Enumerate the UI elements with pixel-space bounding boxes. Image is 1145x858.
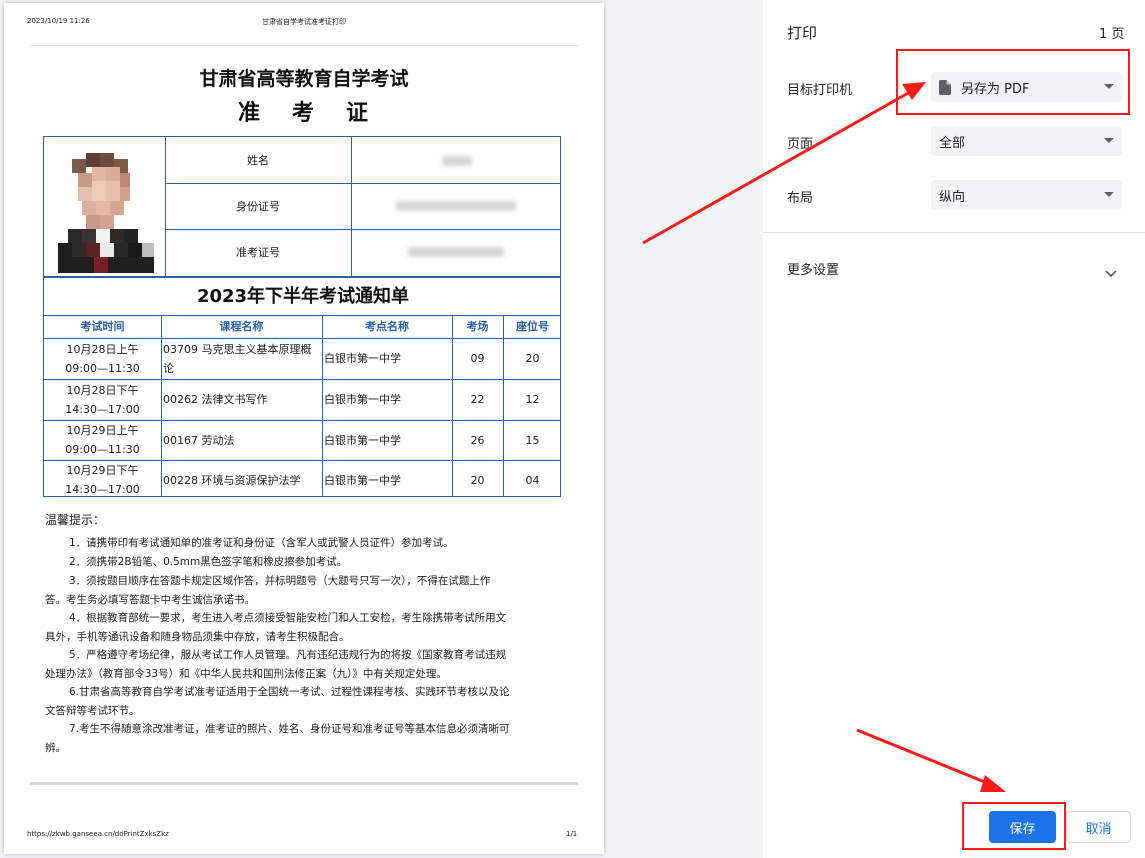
arrowhead-destination [902,82,926,100]
arrowhead-save [980,775,1006,792]
arrow-to-destination [642,90,911,245]
arrow-to-save [856,728,993,787]
annotation-arrows [642,82,1006,792]
